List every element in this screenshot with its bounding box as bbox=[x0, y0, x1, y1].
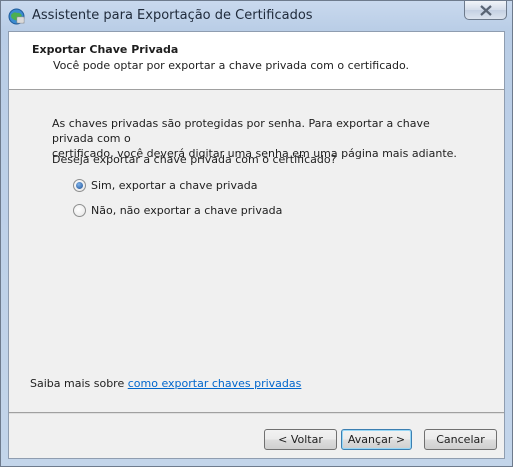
export-question: Deseja exportar a chave privada com o ce… bbox=[52, 153, 337, 166]
radio-label-no: Não, não exportar a chave privada bbox=[91, 203, 283, 217]
wizard-page: Exportar Chave Privada Você pode optar p… bbox=[8, 31, 505, 459]
radio-button[interactable] bbox=[73, 203, 86, 217]
learn-more-link[interactable]: como exportar chaves privadas bbox=[128, 377, 302, 390]
close-icon bbox=[480, 5, 492, 16]
certificate-icon bbox=[8, 8, 25, 25]
radio-label-yes: Sim, exportar a chave privada bbox=[91, 178, 258, 192]
learn-more: Saiba mais sobre como exportar chaves pr… bbox=[30, 377, 301, 390]
cancel-button[interactable]: Cancelar bbox=[424, 429, 497, 450]
radio-button-selected[interactable] bbox=[73, 178, 86, 192]
page-header: Exportar Chave Privada Você pode optar p… bbox=[9, 32, 504, 89]
description-line-1: As chaves privadas são protegidas por se… bbox=[52, 117, 430, 145]
close-button[interactable] bbox=[464, 1, 507, 20]
footer-divider bbox=[9, 412, 504, 414]
wizard-window: Assistente para Exportação de Certificad… bbox=[0, 0, 513, 467]
next-button[interactable]: Avançar > bbox=[341, 429, 412, 450]
radio-export-yes[interactable]: Sim, exportar a chave privada bbox=[73, 177, 257, 193]
page-title: Exportar Chave Privada bbox=[32, 43, 179, 56]
page-subtitle: Você pode optar por exportar a chave pri… bbox=[53, 59, 410, 72]
title-bar: Assistente para Exportação de Certificad… bbox=[1, 1, 512, 32]
back-button[interactable]: < Voltar bbox=[264, 429, 337, 450]
window-title: Assistente para Exportação de Certificad… bbox=[32, 8, 313, 23]
learn-more-prefix: Saiba mais sobre bbox=[30, 377, 128, 390]
header-divider bbox=[9, 89, 504, 90]
radio-export-no[interactable]: Não, não exportar a chave privada bbox=[73, 202, 282, 218]
